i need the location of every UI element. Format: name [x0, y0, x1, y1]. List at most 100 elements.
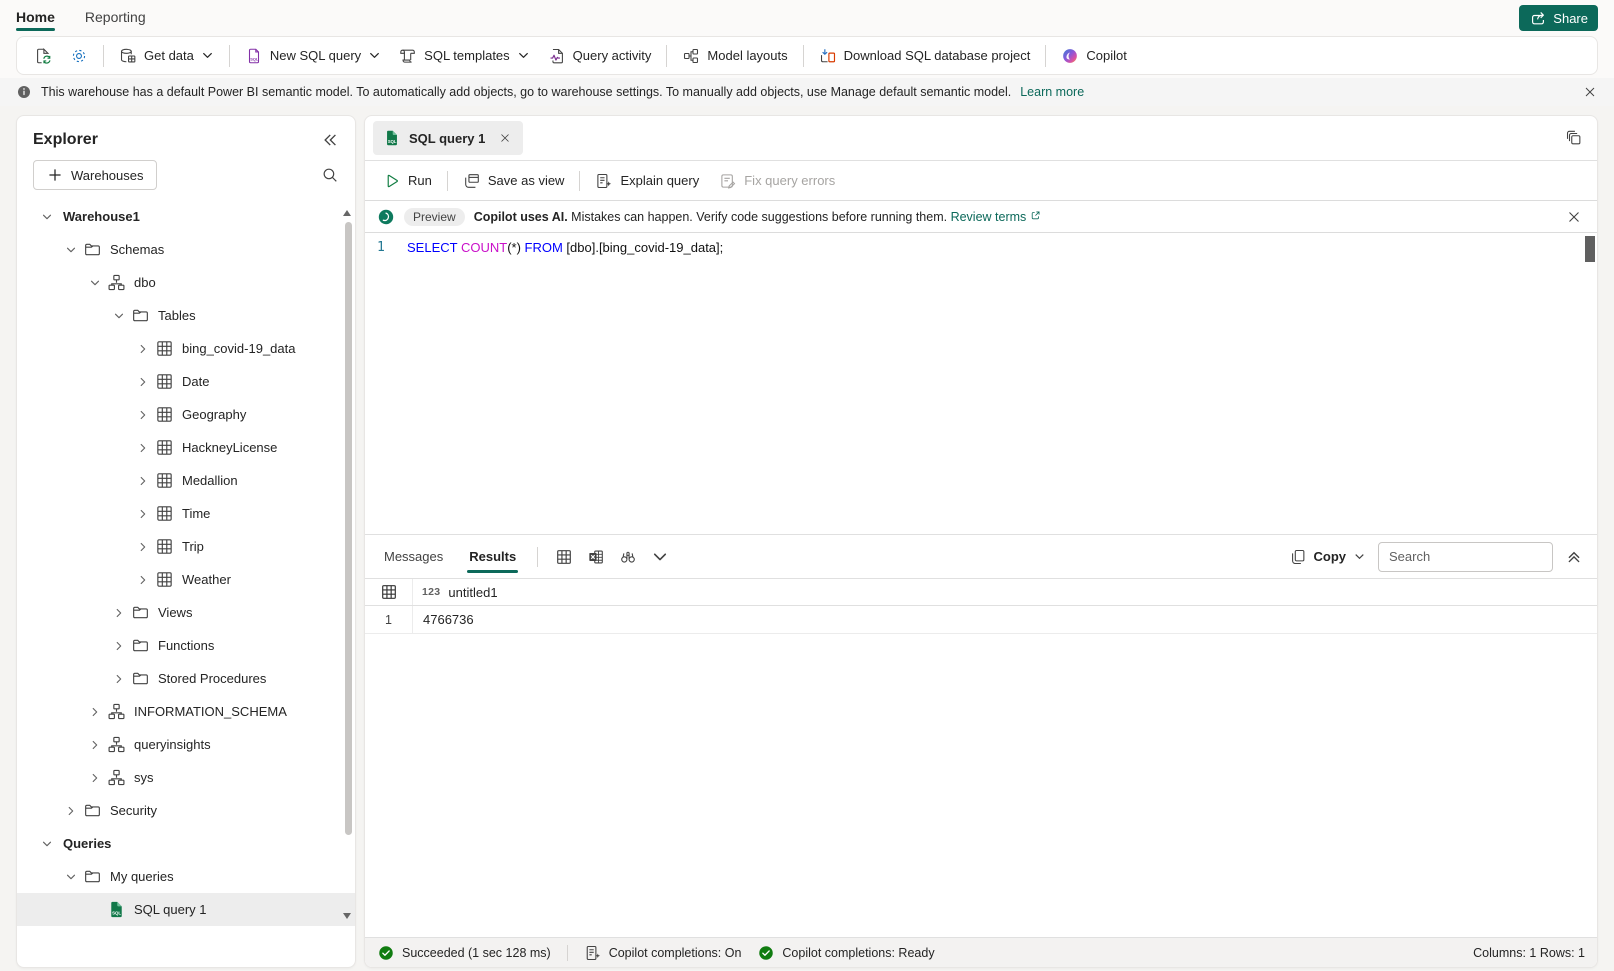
open-in-excel-button[interactable] — [580, 542, 611, 572]
tree-item-bing-covid-19-data[interactable]: bing_covid-19_data — [17, 332, 355, 365]
tree-item-warehouse1[interactable]: Warehouse1 — [17, 200, 355, 233]
explain-query-button[interactable]: Explain query — [585, 166, 709, 196]
chevron-right-icon[interactable] — [135, 541, 151, 553]
copy-button[interactable]: Copy — [1289, 548, 1367, 566]
grid-corner[interactable] — [365, 579, 413, 605]
tree-item-my-queries[interactable]: My queries — [17, 860, 355, 893]
tree-item-queries[interactable]: Queries — [17, 827, 355, 860]
tree-item-functions[interactable]: Functions — [17, 629, 355, 662]
chevron-right-icon[interactable] — [135, 409, 151, 421]
tree-item-geography[interactable]: Geography — [17, 398, 355, 431]
chevron-right-icon[interactable] — [135, 475, 151, 487]
tree-item-trip[interactable]: Trip — [17, 530, 355, 563]
chevron-right-icon[interactable] — [111, 607, 127, 619]
chevron-right-icon[interactable] — [87, 706, 103, 718]
grid-view-button[interactable] — [548, 542, 579, 572]
duplicate-tab-icon[interactable] — [1565, 129, 1583, 147]
share-button[interactable]: Share — [1519, 5, 1598, 31]
tree-item-label: queryinsights — [134, 737, 211, 752]
code-line[interactable]: SELECT COUNT(*) FROM [dbo].[bing_covid-1… — [407, 238, 723, 534]
tab-close-icon[interactable] — [493, 126, 517, 150]
tree-item-medallion[interactable]: Medallion — [17, 464, 355, 497]
chevron-right-icon[interactable] — [135, 574, 151, 586]
tree-item-views[interactable]: Views — [17, 596, 355, 629]
tree-item-sql-query-1[interactable]: SQLSQL query 1 — [17, 893, 355, 926]
tree-item-weather[interactable]: Weather — [17, 563, 355, 596]
tree-item-dbo[interactable]: dbo — [17, 266, 355, 299]
results-tab-label: Results — [469, 549, 516, 564]
results-search-input[interactable] — [1378, 542, 1553, 572]
chevron-right-icon[interactable] — [87, 739, 103, 751]
tree-item-security[interactable]: Security — [17, 794, 355, 827]
tree-item-schemas[interactable]: Schemas — [17, 233, 355, 266]
collapse-explorer-icon[interactable] — [321, 131, 339, 149]
toolbar-settings-button[interactable] — [61, 41, 97, 71]
status-item-copilot-completions-ready: Copilot completions: Ready — [757, 944, 934, 962]
tree-item-time[interactable]: Time — [17, 497, 355, 530]
tree-item-date[interactable]: Date — [17, 365, 355, 398]
tree-item-hackneylicense[interactable]: HackneyLicense — [17, 431, 355, 464]
chevron-down-icon[interactable] — [39, 838, 55, 850]
scrollbar-up-arrow[interactable] — [343, 210, 351, 216]
copilot-preview-banner: Preview Copilot uses AI. Mistakes can ha… — [365, 200, 1597, 233]
status-items: Succeeded (1 sec 128 ms)Copilot completi… — [377, 944, 935, 962]
editor-scrollbar[interactable] — [1585, 236, 1595, 262]
inspect-button[interactable] — [612, 542, 643, 572]
chevron-down-icon[interactable] — [63, 244, 79, 256]
save-as-view-label: Save as view — [488, 173, 565, 188]
toolbar-download-sql-database-project-label: Download SQL database project — [844, 48, 1031, 63]
add-warehouses-button[interactable]: Warehouses — [33, 160, 157, 190]
chevron-right-icon[interactable] — [135, 376, 151, 388]
results-tab-results[interactable]: Results — [464, 535, 521, 578]
column-header-untitled1[interactable]: 123untitled1 — [413, 579, 1597, 605]
chevron-down-icon[interactable] — [87, 277, 103, 289]
toolbar-model-layouts-button[interactable]: Model layouts — [673, 41, 796, 71]
chevron-right-icon[interactable] — [135, 442, 151, 454]
toolbar-sql-templates-button[interactable]: SQL templates — [390, 41, 539, 71]
banner-text: This warehouse has a default Power BI se… — [41, 85, 1011, 99]
chevron-right-icon[interactable] — [87, 772, 103, 784]
save-as-view-button[interactable]: Save as view — [453, 166, 575, 196]
review-terms-link[interactable]: Review terms — [951, 210, 1027, 224]
search-icon[interactable] — [321, 166, 339, 184]
binoculars-icon — [619, 548, 637, 566]
chevron-down-icon[interactable] — [111, 310, 127, 322]
tree-item-sys[interactable]: sys — [17, 761, 355, 794]
toolbar-new-sql-query-button[interactable]: SQLNew SQL query — [236, 41, 390, 71]
banner-close-icon[interactable] — [1582, 84, 1598, 100]
tree-item-label: Schemas — [110, 242, 164, 257]
scrollbar-down-arrow[interactable] — [343, 913, 351, 919]
code-editor[interactable]: 1 SELECT COUNT(*) FROM [dbo].[bing_covid… — [365, 233, 1597, 534]
copilot-banner-close-icon[interactable] — [1565, 208, 1583, 226]
chevron-right-icon[interactable] — [111, 640, 127, 652]
chevron-right-icon[interactable] — [135, 343, 151, 355]
chevron-right-icon[interactable] — [63, 805, 79, 817]
toolbar-download-sql-database-project-button[interactable]: Download SQL database project — [810, 41, 1040, 71]
toolbar-refresh-button[interactable] — [25, 41, 61, 71]
more-views-button[interactable] — [644, 542, 675, 572]
sql-file-icon: SQL — [106, 900, 126, 919]
chevron-down-icon[interactable] — [63, 871, 79, 883]
fix-query-errors-button[interactable]: Fix query errors — [709, 166, 845, 196]
collapse-results-icon[interactable] — [1565, 548, 1583, 566]
run-label: Run — [408, 173, 432, 188]
top-tab-reporting[interactable]: Reporting — [85, 0, 146, 34]
chevron-down-icon[interactable] — [39, 211, 55, 223]
run-button[interactable]: Run — [373, 166, 442, 196]
query-activity-icon — [548, 47, 566, 65]
tree-item-stored-procedures[interactable]: Stored Procedures — [17, 662, 355, 695]
tree-item-tables[interactable]: Tables — [17, 299, 355, 332]
learn-more-link[interactable]: Learn more — [1020, 85, 1084, 99]
table-row[interactable]: 14766736 — [365, 606, 1597, 634]
tree-item-information-schema[interactable]: INFORMATION_SCHEMA — [17, 695, 355, 728]
tab-sql-query-1[interactable]: SQL SQL query 1 — [373, 121, 523, 155]
toolbar-copilot-button[interactable]: Copilot — [1052, 41, 1135, 71]
chevron-right-icon[interactable] — [111, 673, 127, 685]
explorer-scrollbar[interactable] — [345, 222, 352, 835]
tree-item-queryinsights[interactable]: queryinsights — [17, 728, 355, 761]
toolbar-query-activity-button[interactable]: Query activity — [539, 41, 661, 71]
toolbar-get-data-button[interactable]: Get data — [110, 41, 223, 71]
chevron-right-icon[interactable] — [135, 508, 151, 520]
top-tab-home[interactable]: Home — [16, 0, 55, 34]
results-tab-messages[interactable]: Messages — [379, 535, 448, 578]
